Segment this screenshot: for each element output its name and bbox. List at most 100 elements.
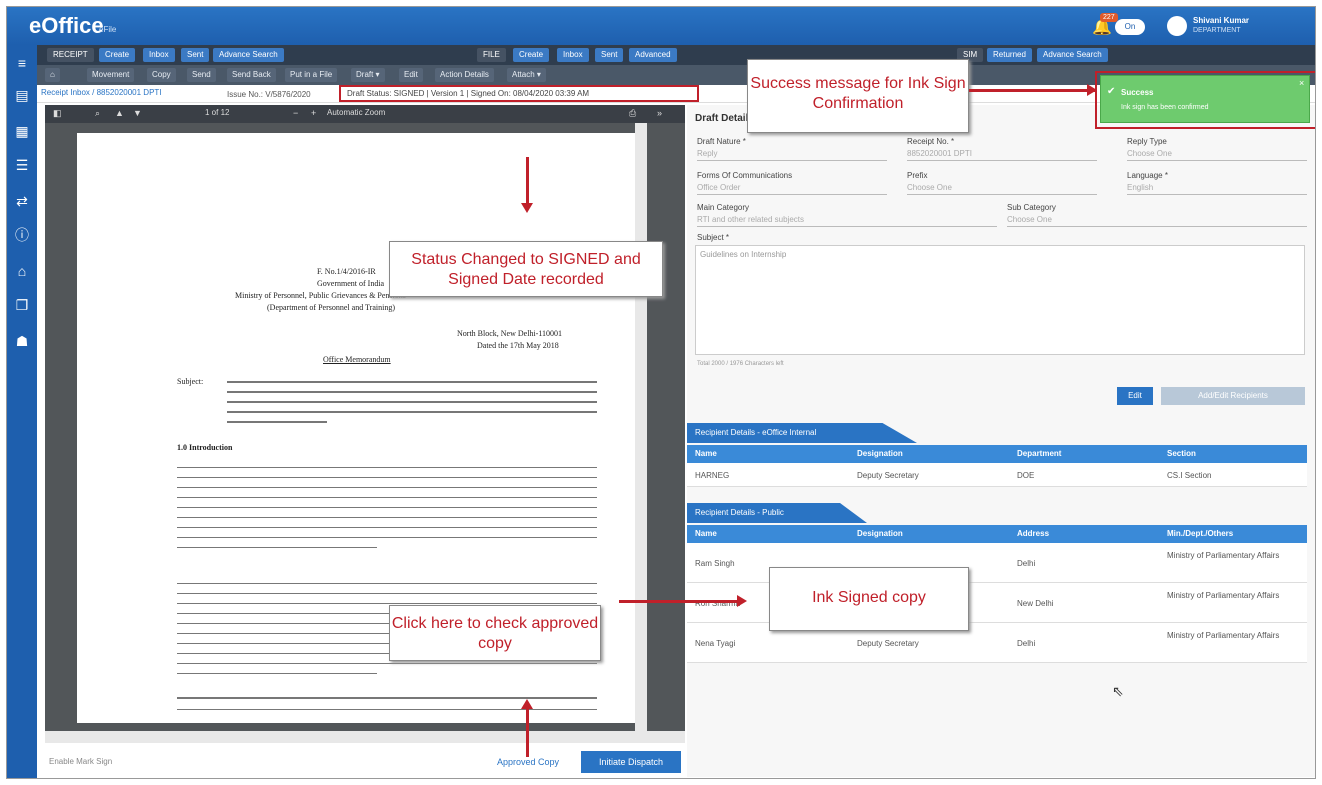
arrow-line <box>619 600 739 603</box>
reply-type-label: Reply Type <box>1127 137 1167 146</box>
zoom-select[interactable]: Automatic Zoom <box>327 108 385 117</box>
vertical-scrollbar[interactable] <box>635 123 647 731</box>
receipt-no-select[interactable]: 8852020001 DPTI <box>907 149 1097 161</box>
tab-file[interactable]: FILE <box>477 48 506 62</box>
reply-type-select[interactable]: Choose One <box>1127 149 1307 161</box>
language-select[interactable]: English <box>1127 183 1307 195</box>
tab-inbox[interactable]: Inbox <box>143 48 175 62</box>
put-in-file-button[interactable]: Put in a File <box>285 68 338 82</box>
receipt-no-label: Receipt No. * <box>907 137 955 146</box>
doc-subject-label: Subject: <box>177 377 204 386</box>
col-department: Department <box>1017 449 1062 458</box>
forms-select[interactable]: Office Order <box>697 183 887 195</box>
add-edit-recipients-button[interactable]: Add/Edit Recipients <box>1161 387 1305 405</box>
search-icon[interactable]: ⌕ <box>95 108 100 119</box>
avatar[interactable] <box>1167 16 1187 36</box>
arrow-head <box>1087 84 1097 96</box>
breadcrumb[interactable]: Receipt Inbox / 8852020001 DPTI <box>41 88 162 97</box>
sidebar-toggle-icon[interactable]: ◧ <box>53 108 62 119</box>
receipt-icon[interactable]: ▤ <box>14 87 30 103</box>
zoom-in-icon[interactable]: + <box>311 108 316 118</box>
tab-file-sent[interactable]: Sent <box>595 48 624 62</box>
tab-file-create[interactable]: Create <box>513 48 550 62</box>
forms-label: Forms Of Communications <box>697 171 793 180</box>
cell: Deputy Secretary <box>857 639 919 648</box>
user-name[interactable]: Shivani Kumar <box>1193 16 1249 25</box>
info-icon[interactable]: ⓘ <box>14 227 30 243</box>
send-back-button[interactable]: Send Back <box>227 68 276 82</box>
send-button[interactable]: Send <box>187 68 216 82</box>
sub-category-select[interactable]: Choose One <box>1007 215 1307 227</box>
approved-copy-link[interactable]: Approved Copy <box>497 757 559 767</box>
edit-button[interactable]: Edit <box>399 68 423 82</box>
doc-line <box>177 497 597 498</box>
next-page-icon[interactable]: ▼ <box>133 108 142 118</box>
home-icon[interactable]: ⌂ <box>45 68 60 82</box>
tab-returned[interactable]: Returned <box>987 48 1032 62</box>
docs-icon[interactable]: ❐ <box>14 297 30 313</box>
cell: Delhi <box>1017 559 1036 568</box>
doc-line <box>177 487 597 488</box>
print-icon[interactable]: ⎙ <box>629 108 636 119</box>
doc-line <box>177 517 597 518</box>
horizontal-scrollbar[interactable] <box>45 731 685 743</box>
arrow-line <box>526 157 529 207</box>
cell: Ministry of Parliamentary Affairs <box>1167 631 1280 640</box>
doc-line <box>177 547 377 548</box>
prev-page-icon[interactable]: ▲ <box>115 108 124 118</box>
col-name: Name <box>695 529 717 538</box>
doc-line <box>177 663 597 664</box>
draft-nature-select[interactable]: Reply <box>697 149 887 161</box>
file-icon[interactable]: ▦ <box>14 123 30 139</box>
initiate-dispatch-button[interactable]: Initiate Dispatch <box>581 751 681 773</box>
internal-table-header: Name Designation Department Section <box>687 445 1307 463</box>
doc-line <box>177 697 597 699</box>
bottom-actions: Enable Mark Sign Approved Copy Initiate … <box>45 745 685 777</box>
cell: Nena Tyagi <box>695 639 736 648</box>
tab-file-advanced[interactable]: Advanced <box>629 48 677 62</box>
character-count: Total 2000 / 1976 Characters left <box>697 361 784 367</box>
zoom-out-icon[interactable]: − <box>293 108 298 118</box>
cell: CS.I Section <box>1167 471 1212 480</box>
enable-mark-sign-checkbox[interactable]: Enable Mark Sign <box>49 757 112 766</box>
arrow-line <box>526 707 529 757</box>
tab-advanced-search[interactable]: Advance Search <box>213 48 284 62</box>
main-category-select[interactable]: RTI and other related subjects <box>697 215 997 227</box>
tab-advanced-search-2[interactable]: Advance Search <box>1037 48 1108 62</box>
subject-textarea[interactable]: Guidelines on Internship <box>695 245 1305 355</box>
draft-status: Draft Status: SIGNED | Version 1 | Signe… <box>347 89 590 98</box>
page-indicator: 1 of 12 <box>205 108 230 117</box>
users-icon[interactable]: ☗ <box>14 333 30 349</box>
movement-button[interactable]: Movement <box>87 68 135 82</box>
doc-department: (Department of Personnel and Training) <box>267 303 395 312</box>
subject-value: Guidelines on Internship <box>700 250 787 259</box>
tab-sent[interactable]: Sent <box>181 48 210 62</box>
prefix-select[interactable]: Choose One <box>907 183 1097 195</box>
tab-file-inbox[interactable]: Inbox <box>557 48 589 62</box>
status-toggle[interactable]: On <box>1115 19 1145 35</box>
subject-label: Subject * <box>697 233 730 242</box>
edit-button[interactable]: Edit <box>1117 387 1153 405</box>
doc-file-no: F. No.1/4/2016-IR <box>317 267 376 276</box>
doc-line <box>177 709 597 710</box>
attach-button[interactable]: Attach ▾ <box>507 68 546 82</box>
callout-success: Success message for Ink Sign Confirmatio… <box>747 59 969 133</box>
col-section: Section <box>1167 449 1196 458</box>
cell: Ministry of Parliamentary Affairs <box>1167 591 1280 600</box>
left-nav: ≡ ▤ ▦ ☰ ⇄ ⓘ ⌂ ❐ ☗ <box>7 45 37 778</box>
top-header: eOffice eFile 🔔 227 On Shivani Kumar DEP… <box>7 7 1315 45</box>
action-details-button[interactable]: Action Details <box>435 68 494 82</box>
share-icon[interactable]: ⇄ <box>14 193 30 209</box>
copy-button[interactable]: Copy <box>147 68 176 82</box>
draft-button[interactable]: Draft ▾ <box>351 68 385 82</box>
more-icon[interactable]: » <box>657 108 662 118</box>
tab-receipt[interactable]: RECEIPT <box>47 48 94 62</box>
callout-status: Status Changed to SIGNED and Signed Date… <box>389 241 663 297</box>
list-icon[interactable]: ☰ <box>14 157 30 173</box>
cell: New Delhi <box>1017 599 1054 608</box>
public-table-header: Name Designation Address Min./Dept./Othe… <box>687 525 1307 543</box>
home-icon[interactable]: ⌂ <box>14 263 30 279</box>
internal-recipients-header: Recipient Details - eOffice Internal <box>687 423 917 443</box>
tab-create[interactable]: Create <box>99 48 136 62</box>
menu-icon[interactable]: ≡ <box>14 55 30 71</box>
